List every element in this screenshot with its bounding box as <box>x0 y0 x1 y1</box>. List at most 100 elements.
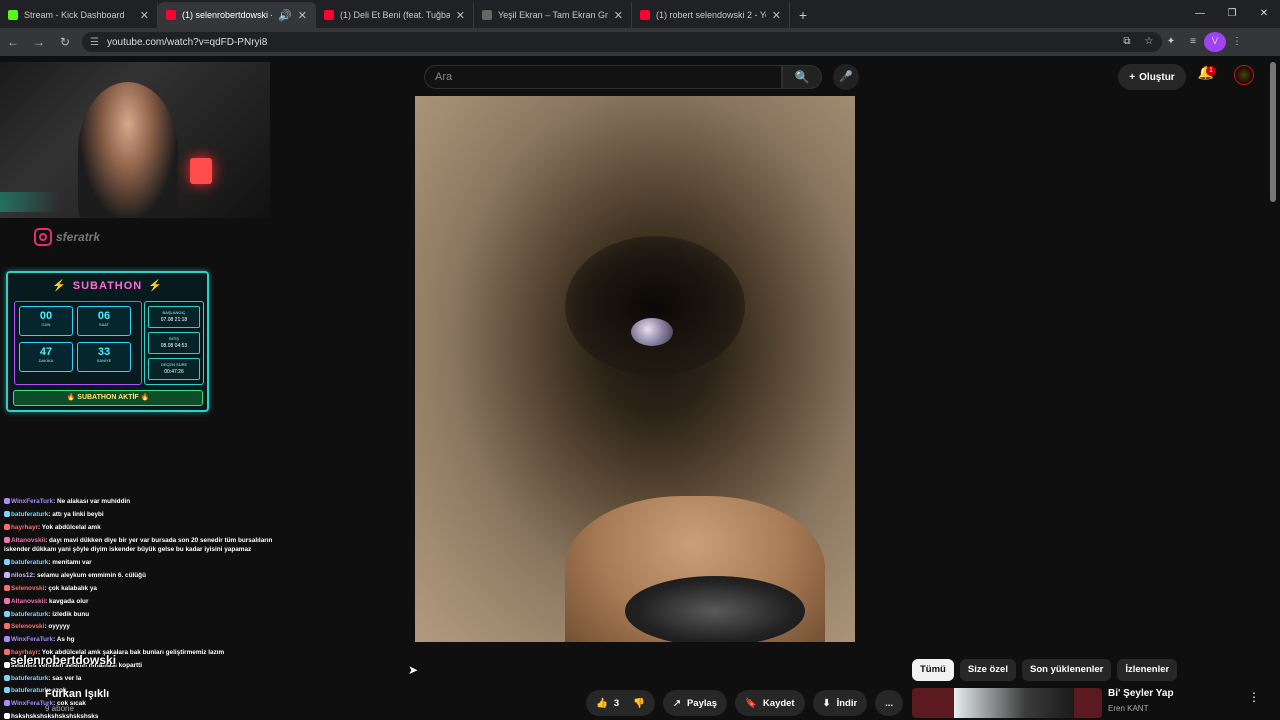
microphone-icon[interactable]: 🎤 <box>833 64 859 90</box>
thumbnail-image <box>954 688 1074 718</box>
chip-watched[interactable]: İzlenenler <box>1117 659 1178 681</box>
video-frame-collar <box>625 576 805 642</box>
like-button[interactable]: 👍 3 👎 <box>586 690 655 716</box>
chat-username: batuferaturk <box>11 610 49 618</box>
chat-overlay: WinxFeraTurk: Ne alakası var muhiddin bat… <box>4 496 294 720</box>
browser-tab-active[interactable]: (1) selenrobertdowski - YouT 🔊 ✕ <box>158 2 316 28</box>
counter-value: 06 <box>97 310 111 322</box>
close-tab-icon[interactable]: ✕ <box>456 9 465 22</box>
chat-username: Altanovskii <box>11 537 46 545</box>
download-button[interactable]: ⬇ İndir <box>812 690 868 716</box>
search-input[interactable]: Ara <box>424 65 782 89</box>
recommendation-thumbnail[interactable] <box>912 688 1102 718</box>
chat-text: selamu aleykum emmimin 6. cülüğü <box>36 572 146 580</box>
counter-value: 00 <box>39 310 53 322</box>
avatar[interactable] <box>1234 65 1254 85</box>
profile-avatar[interactable]: V <box>1204 32 1226 52</box>
reload-icon[interactable]: ↻ <box>52 35 78 49</box>
close-tab-icon[interactable]: ✕ <box>140 9 149 22</box>
counter-label: SANİYE <box>96 358 112 363</box>
subathon-counter-grid: 00 GÜN 06 SAAT 47 DAKİKA 33 SANİYE <box>14 301 142 385</box>
back-arrow-icon[interactable]: ← <box>0 35 26 49</box>
chat-username: hayrhayr <box>11 523 38 531</box>
thumbs-down-icon[interactable]: 👎 <box>633 698 645 709</box>
chat-message: hayrhayr: Yok abdülcelal amk <box>4 522 294 535</box>
chat-username: WinxFeraTurk <box>11 636 54 644</box>
forward-arrow-icon[interactable]: → <box>26 35 52 49</box>
chat-text: izledik bunu <box>52 610 90 618</box>
close-window-icon[interactable]: ✕ <box>1248 0 1280 28</box>
address-bar[interactable]: ☰ youtube.com/watch?v=qdFD-PNryi8 <box>82 32 1162 52</box>
channel-name[interactable]: Furkan Işıklı <box>45 688 109 700</box>
media-controls-icon[interactable]: ≡ <box>1182 32 1204 52</box>
chat-message: batuferaturk: attı ya linki beybi <box>4 509 294 522</box>
scrollbar[interactable] <box>1270 62 1276 202</box>
chat-message: batuferaturk: menitamı var <box>4 557 294 570</box>
counter-value: 47 <box>39 346 53 358</box>
subathon-title: SUBATHON <box>72 280 143 292</box>
more-vert-icon[interactable]: ⋮ <box>1248 690 1260 704</box>
counter-seconds: 33 SANİYE <box>77 342 131 372</box>
chat-username: batuferaturk <box>11 510 49 518</box>
info-value: 08.08 04:53 <box>160 343 188 349</box>
instagram-name: sferatrk <box>56 230 101 244</box>
chat-username: Selenovski <box>11 623 45 631</box>
counter-minutes: 47 DAKİKA <box>19 342 73 372</box>
browser-tab[interactable]: Stream - Kick Dashboard ✕ <box>0 2 158 28</box>
more-actions-button[interactable]: ... <box>875 690 904 716</box>
chat-badge-icon <box>4 712 10 719</box>
create-button[interactable]: + Oluştur <box>1118 64 1186 90</box>
chat-text: As hg <box>56 636 75 644</box>
recommendation-title[interactable]: Bi' Şeyler Yap <box>1108 688 1174 699</box>
chat-badge-icon <box>4 674 10 681</box>
lightning-icon: ⚡ <box>148 280 163 292</box>
chat-message: Selenovski: oyyyyy <box>4 621 294 634</box>
counter-value: 33 <box>97 346 111 358</box>
page-favicon-icon <box>482 10 492 20</box>
chip-recent[interactable]: Son yüklenenler <box>1021 659 1112 681</box>
download-icon: ⬇ <box>822 697 831 709</box>
chat-text: attı ya linki beybi <box>52 510 104 518</box>
minimize-icon[interactable]: — <box>1184 0 1216 28</box>
install-app-icon[interactable]: ⧉ <box>1116 32 1138 52</box>
tab-title: Stream - Kick Dashboard <box>24 10 125 20</box>
video-player[interactable] <box>415 96 855 642</box>
browser-tab[interactable]: (1) robert selendowski 2 - YouT ✕ <box>632 2 790 28</box>
tab-title: (1) selenrobertdowski - YouT <box>182 10 272 20</box>
share-button[interactable]: ↗ Paylaş <box>662 690 728 716</box>
chip-for-you[interactable]: Size özel <box>959 659 1016 681</box>
cyan-glow <box>0 192 60 212</box>
speaker-icon[interactable]: 🔊 <box>278 9 292 22</box>
share-icon: ↗ <box>672 697 681 709</box>
new-tab-button[interactable]: + <box>790 2 816 28</box>
extensions-icon[interactable]: ✦ <box>1160 32 1182 52</box>
site-info-icon[interactable]: ☰ <box>90 37 99 48</box>
restore-icon[interactable]: ❐ <box>1216 0 1248 28</box>
close-tab-icon[interactable]: ✕ <box>614 9 623 22</box>
counter-label: SAAT <box>98 322 110 327</box>
bookmark-icon: 🔖 <box>745 697 757 709</box>
video-frame-hole <box>565 236 745 376</box>
red-light <box>190 158 212 184</box>
browser-tab[interactable]: Yeşil Ekran – Tam Ekran Green S ✕ <box>474 2 632 28</box>
tab-title: (1) robert selendowski 2 - YouT <box>656 10 766 20</box>
bookmark-star-icon[interactable]: ☆ <box>1138 32 1160 52</box>
chat-username: batuferaturk <box>11 687 49 695</box>
save-button[interactable]: 🔖 Kaydet <box>735 690 805 716</box>
browser-tab[interactable]: (1) Deli Et Beni (feat. Tuğba Yur ✕ <box>316 2 474 28</box>
subathon-status: 🔥 SUBATHON AKTİF 🔥 <box>13 390 203 406</box>
recommendation-chips: Tümü Size özel Son yüklenenler İzlenenle… <box>912 659 1178 681</box>
search-icon[interactable]: 🔍 <box>782 65 822 89</box>
chip-all[interactable]: Tümü <box>912 659 954 681</box>
streamer-name-overlay: selenrobertdowski <box>10 653 117 667</box>
close-tab-icon[interactable]: ✕ <box>772 9 781 22</box>
youtube-favicon-icon <box>324 10 334 20</box>
chat-message: WinxFeraTurk: Ne alakası var muhiddin <box>4 496 294 509</box>
info-value: 07.08 21:18 <box>160 317 188 323</box>
chat-text: kavgada olur <box>49 597 89 605</box>
window-controls: — ❐ ✕ <box>1184 0 1280 28</box>
close-tab-icon[interactable]: ✕ <box>298 9 307 22</box>
menu-dots-icon[interactable]: ⋮ <box>1226 32 1248 52</box>
kick-favicon-icon <box>8 10 18 20</box>
notification-badge: 1 <box>1206 66 1216 76</box>
